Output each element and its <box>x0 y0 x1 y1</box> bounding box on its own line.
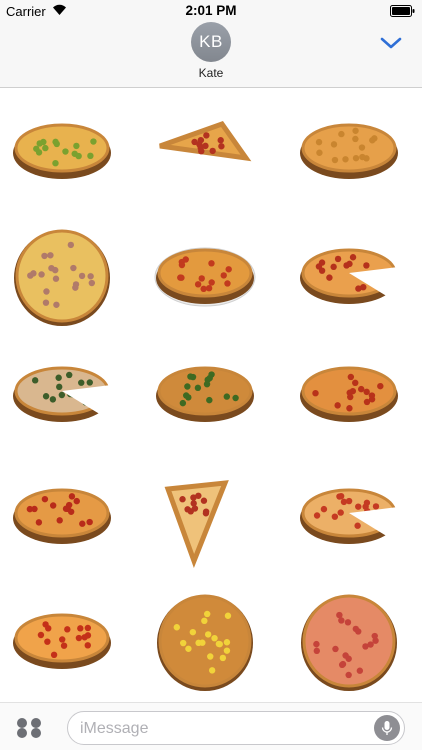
pizza-icon <box>13 123 111 179</box>
pizza-icon <box>300 488 398 544</box>
message-bar: iMessage <box>0 702 422 750</box>
imessage-placeholder: iMessage <box>80 720 149 737</box>
pizza-icon <box>13 488 111 544</box>
contact-avatar[interactable]: KB <box>191 22 231 62</box>
sticker-sliced-pepperoni-pizza[interactable] <box>294 221 414 331</box>
microphone-icon <box>381 721 393 735</box>
chevron-down-icon[interactable] <box>380 36 402 50</box>
sticker-missing-slice-pizza[interactable] <box>294 461 414 571</box>
pizza-icon <box>301 594 397 691</box>
sticker-cheese-pizza[interactable] <box>294 96 414 206</box>
pizza-icon <box>300 123 398 179</box>
sticker-ham-pizza[interactable] <box>7 221 127 331</box>
pizza-icon <box>13 613 111 669</box>
sticker-pepperoni-pizza-tray[interactable] <box>7 461 127 571</box>
sticker-pepperoni-slice[interactable] <box>150 96 270 206</box>
sticker-large-pepperoni-slice[interactable] <box>150 461 270 571</box>
status-bar: Carrier 2:01 PM <box>0 0 422 22</box>
pizza-icon <box>164 480 229 569</box>
pizza-icon <box>154 247 256 307</box>
sticker-hawaiian-pizza[interactable] <box>150 586 270 696</box>
imessage-input[interactable]: iMessage <box>67 711 405 745</box>
pizza-icon <box>300 248 398 304</box>
microphone-button[interactable] <box>374 715 400 741</box>
pizza-icon <box>14 229 110 326</box>
sticker-broccoli-pizza[interactable] <box>150 339 270 449</box>
conversation-header: KB Kate <box>0 22 422 88</box>
pizza-icon <box>156 366 254 422</box>
sticker-veggie-pizza-cut[interactable] <box>7 339 127 449</box>
sticker-pizza-on-plate[interactable] <box>150 221 270 331</box>
sticker-pepperoni-pizza-board[interactable] <box>294 339 414 449</box>
contact-name[interactable]: Kate <box>0 66 422 80</box>
pizza-icon <box>157 594 253 691</box>
pizza-icon <box>159 121 252 162</box>
battery-icon <box>390 5 415 17</box>
app-drawer-icon[interactable] <box>15 717 43 739</box>
pizza-icon <box>300 366 398 422</box>
status-time: 2:01 PM <box>185 3 237 18</box>
sticker-classic-pepperoni[interactable] <box>7 586 127 696</box>
sticker-supreme-pizza[interactable] <box>7 96 127 206</box>
pizza-icon <box>13 366 111 422</box>
sticker-margherita-pizza[interactable] <box>294 586 414 696</box>
